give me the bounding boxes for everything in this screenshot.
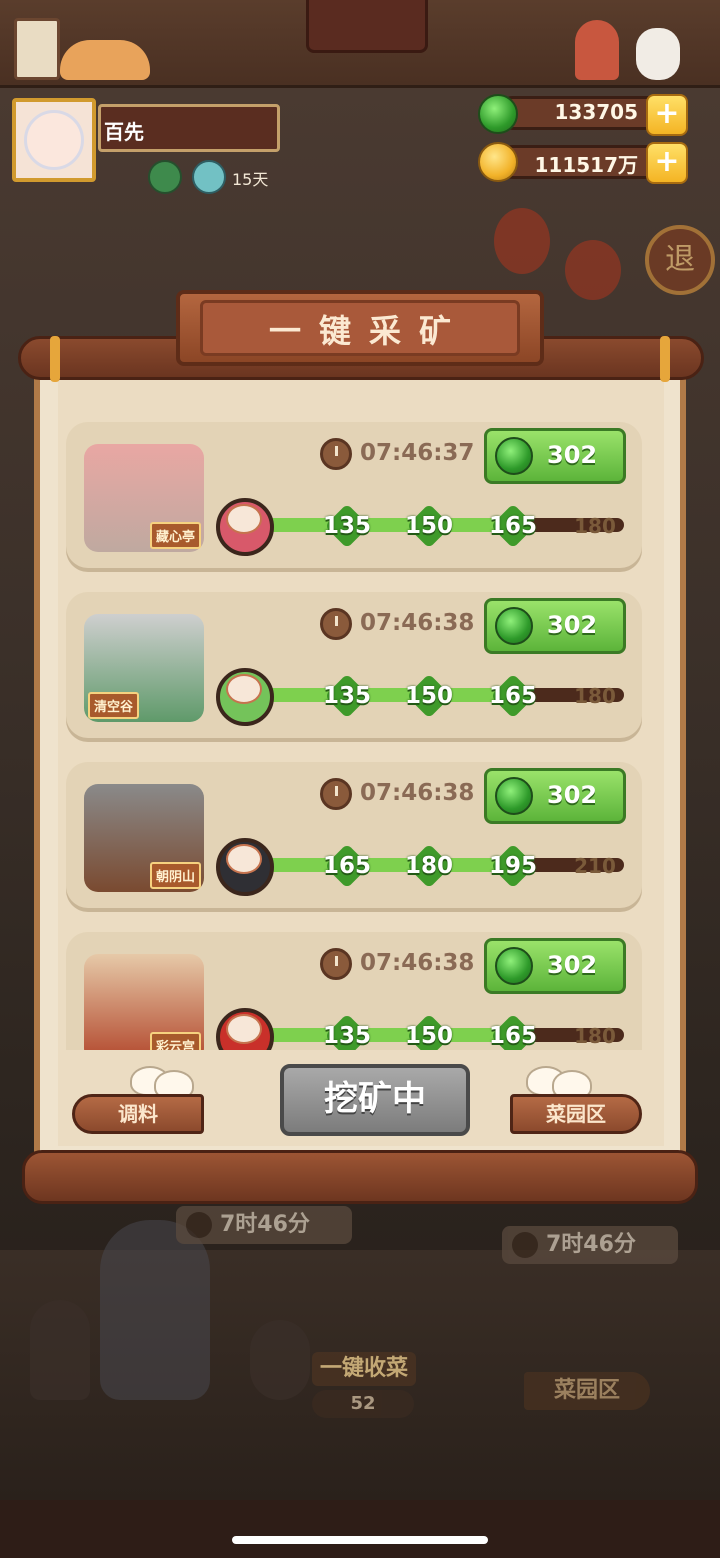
mine-name: 清空谷 (88, 692, 140, 719)
add-jade-button[interactable]: + (646, 94, 688, 136)
return-button[interactable]: 退 (645, 225, 715, 295)
scroll-bottom-rod (22, 1150, 698, 1204)
milestone: 180 (404, 846, 454, 886)
avatar-face-icon (24, 110, 84, 170)
scroll-knob-icon (660, 336, 670, 382)
coin-icon (478, 142, 518, 182)
monk-character-icon (100, 1220, 210, 1400)
mining-status-button[interactable]: 挖矿中 (280, 1064, 470, 1136)
dumpling-icon (226, 1014, 262, 1044)
player-name: 百先 (104, 120, 144, 144)
villager-icon (30, 1300, 90, 1400)
cat-icon (60, 40, 150, 80)
milestone: 195 (488, 846, 538, 886)
days-count: 15天 (232, 170, 269, 189)
jade-icon (478, 94, 518, 134)
background-timer-text: 7时46分 (546, 1232, 636, 1257)
white-cat-icon (636, 28, 680, 80)
mine-timer: 07:46:38 (360, 950, 475, 976)
dumpling-icon (226, 844, 262, 874)
mine-card: 彩云宫 07:46:38 302 135 150 165 180 (66, 932, 642, 1050)
wall-picture-icon (14, 18, 60, 80)
scroll-knob-icon (50, 336, 60, 382)
mine-name: 彩云宫 (150, 1032, 202, 1050)
background-timer: 7时46分 (176, 1206, 352, 1244)
mine-name: 藏心亭 (150, 522, 202, 549)
harvest-count: 52 (312, 1390, 414, 1418)
clock-icon (320, 438, 352, 470)
collect-jade-button[interactable]: 302 (484, 938, 626, 994)
mine-timer: 07:46:37 (360, 440, 475, 466)
clock-icon (186, 1212, 212, 1238)
mine-card: 朝阴山 07:46:38 302 165 180 195 210 (66, 762, 642, 908)
jade-icon (495, 947, 533, 985)
garden-button[interactable]: 菜园区 (510, 1094, 642, 1134)
mine-list[interactable]: 藏心亭 07:46:37 302 135 150 165 180 清空谷 07:… (58, 408, 664, 1050)
jade-icon (495, 777, 533, 815)
dumpling-icon (226, 504, 262, 534)
yield-amount: 302 (547, 951, 598, 979)
jade-icon (495, 607, 533, 645)
milestone: 165 (488, 676, 538, 716)
girl-character-icon (575, 20, 619, 80)
milestone: 150 (404, 676, 454, 716)
milestone: 180 (574, 1024, 616, 1048)
mine-card: 清空谷 07:46:38 302 135 150 165 180 (66, 592, 642, 738)
milestone: 150 (404, 1016, 454, 1050)
collect-jade-button[interactable]: 302 (484, 598, 626, 654)
yield-amount: 302 (547, 781, 598, 809)
yield-amount: 302 (547, 441, 598, 469)
dumpling-icon (226, 674, 262, 704)
background-timer-text: 7时46分 (220, 1212, 310, 1237)
bowl-badge-icon[interactable] (192, 160, 226, 194)
collect-jade-button[interactable]: 302 (484, 768, 626, 824)
milestone: 180 (574, 684, 616, 708)
seasoning-button[interactable]: 调料 (72, 1094, 204, 1134)
add-coins-button[interactable]: + (646, 142, 688, 184)
hanging-sign-icon (306, 0, 428, 53)
clock-icon (320, 948, 352, 980)
mine-name: 朝阴山 (150, 862, 202, 889)
mine-timer: 07:46:38 (360, 780, 475, 806)
milestone: 135 (322, 1016, 372, 1050)
mine-card: 藏心亭 07:46:37 302 135 150 165 180 (66, 422, 642, 568)
clock-icon (320, 778, 352, 810)
collect-jade-button[interactable]: 302 (484, 428, 626, 484)
lantern-icon (565, 240, 621, 300)
bottom-bar (0, 1500, 720, 1558)
book-badge-icon[interactable] (148, 160, 182, 194)
home-indicator[interactable] (232, 1536, 488, 1544)
lantern-icon (494, 208, 550, 274)
villager-icon (250, 1320, 310, 1400)
clock-icon (320, 608, 352, 640)
mine-timer: 07:46:38 (360, 610, 475, 636)
milestone: 135 (322, 506, 372, 546)
modal-title: 一键采矿 (268, 312, 469, 350)
jade-icon (495, 437, 533, 475)
milestone: 165 (488, 506, 538, 546)
background-timer: 7时46分 (502, 1226, 678, 1264)
player-avatar[interactable] (12, 98, 96, 182)
milestone: 210 (574, 854, 616, 878)
clock-icon (512, 1232, 538, 1258)
milestone: 165 (488, 1016, 538, 1050)
milestone: 135 (322, 676, 372, 716)
milestone: 150 (404, 506, 454, 546)
yield-amount: 302 (547, 611, 598, 639)
milestone: 180 (574, 514, 616, 538)
harvest-all-label: 一键收菜 (312, 1352, 416, 1386)
milestone: 165 (322, 846, 372, 886)
background-garden-button: 菜园区 (524, 1372, 650, 1410)
